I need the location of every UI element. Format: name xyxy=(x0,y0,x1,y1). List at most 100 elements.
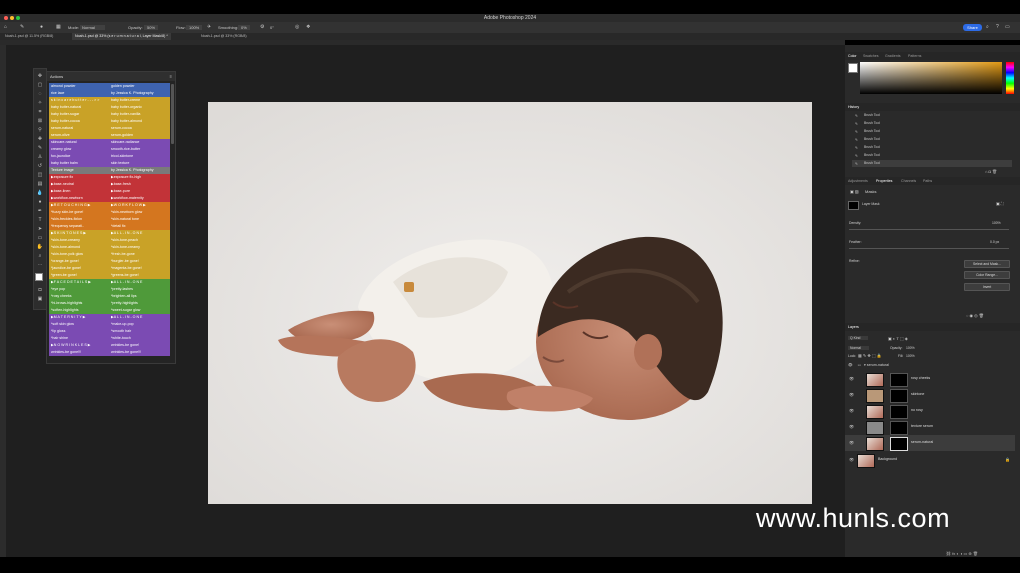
feather-slider[interactable] xyxy=(849,248,1009,249)
action-row[interactable]: *lip gloss *smooth hair xyxy=(49,328,170,335)
eye-icon[interactable]: 👁 xyxy=(849,392,854,397)
action-row[interactable]: *orange-be gone! *burgler-be gone! xyxy=(49,258,170,265)
history-item[interactable]: ✎ Brush Tool xyxy=(852,128,1012,135)
action-name-right[interactable]: *brighten-all lips xyxy=(111,293,169,300)
action-row[interactable]: *skin-tone-creamy *skin-tone-peach xyxy=(49,237,170,244)
history-brush-tool-icon[interactable]: ↺ xyxy=(36,163,44,169)
action-row[interactable]: *jaundice-be gone! *magenta-be gone! xyxy=(49,265,170,272)
action-name-right[interactable]: *fresh-be-gone xyxy=(111,251,169,258)
brush-settings-icon[interactable]: ▦ xyxy=(56,24,61,30)
hand-tool-icon[interactable]: ✋ xyxy=(36,244,44,250)
eye-icon[interactable]: 👁 xyxy=(848,363,853,367)
action-row[interactable]: Texture image by Jessica K. Photography xyxy=(49,167,170,174)
action-name-left[interactable]: *orange-be gone! xyxy=(51,258,109,265)
action-row[interactable]: *eye pop *pretty-lashes xyxy=(49,286,170,293)
action-name-right[interactable]: ▶A L L - I N - O N E xyxy=(111,230,169,237)
fill-input[interactable]: 100% xyxy=(906,354,915,358)
pressure-icon[interactable]: ◎ xyxy=(295,24,299,30)
airbrush-icon[interactable]: ✈ xyxy=(207,24,211,30)
eyedropper-tool-icon[interactable]: ⚲ xyxy=(36,127,44,133)
hue-slider[interactable] xyxy=(1006,62,1014,94)
smoothing-input[interactable]: 0% xyxy=(238,25,250,30)
workspace-icon[interactable]: ▭ xyxy=(1005,24,1010,30)
color-range-button[interactable]: Color Range... xyxy=(964,271,1010,279)
action-name-left[interactable]: *fuzzy skin-be gone! xyxy=(51,209,109,216)
history-item[interactable]: ✎ Brush Tool xyxy=(852,136,1012,143)
lasso-tool-icon[interactable]: ◌ xyxy=(36,91,44,97)
action-name-right[interactable]: serum-golden xyxy=(111,132,169,139)
layer-row-selected[interactable]: 👁 serum-natural xyxy=(845,435,1015,451)
symmetry-icon[interactable]: ❖ xyxy=(306,24,310,30)
action-name-left[interactable]: *skin-tone-yolk glow xyxy=(51,251,109,258)
action-row[interactable]: *green-be gone! *greens-be gone! xyxy=(49,272,170,279)
action-name-left[interactable]: *skin-tone-almond xyxy=(51,244,109,251)
minimize-window-icon[interactable] xyxy=(10,16,14,20)
action-name-left[interactable]: *rosy cheeks xyxy=(51,293,109,300)
action-row[interactable]: baby butter-sugar baby butter-vanilla xyxy=(49,111,170,118)
foreground-color-chip[interactable] xyxy=(848,63,858,73)
action-name-right[interactable]: baby butter-almond xyxy=(111,118,169,125)
history-item[interactable]: ✎ Brush Tool xyxy=(852,144,1012,151)
history-item[interactable]: ✎ Brush Tool xyxy=(852,160,1012,167)
layer-opacity-input[interactable]: 100% xyxy=(906,346,915,350)
action-name-right[interactable]: serum-cocoa xyxy=(111,125,169,132)
action-name-left[interactable]: wrinkles-be gone!!! xyxy=(51,349,109,356)
action-row[interactable]: rice lace by Jessica K. Photography xyxy=(49,90,170,97)
action-name-right[interactable]: *burgler-be gone! xyxy=(111,258,169,265)
flow-input[interactable]: 100% xyxy=(186,25,203,30)
action-row[interactable]: serum-natural serum-cocoa xyxy=(49,125,170,132)
close-window-icon[interactable] xyxy=(4,16,8,20)
action-row[interactable]: *hair shine *white-touch xyxy=(49,335,170,342)
action-row[interactable]: *soften-highlights *sweet-sugar glow xyxy=(49,307,170,314)
action-name-left[interactable]: *jaundice-be gone! xyxy=(51,265,109,272)
action-row[interactable]: *rosy cheeks *brighten-all lips xyxy=(49,293,170,300)
dodge-tool-icon[interactable]: ● xyxy=(36,199,44,205)
properties-footer-icons[interactable]: ◌ ◉ ◎ 🗑 xyxy=(966,313,984,318)
quick-select-tool-icon[interactable]: ✧ xyxy=(36,100,44,106)
action-name-right[interactable]: *smooth hair xyxy=(111,328,169,335)
action-name-left[interactable]: *eye pop xyxy=(51,286,109,293)
action-name-left[interactable]: skincare-natural xyxy=(51,139,109,146)
action-name-left[interactable]: creamy glow xyxy=(51,146,109,153)
action-name-left[interactable]: baby butter-sugar xyxy=(51,111,109,118)
action-name-right[interactable]: *skin-natural tone xyxy=(111,216,169,223)
action-name-right[interactable]: ▶exposure fix-high xyxy=(111,174,169,181)
move-tool-icon[interactable]: ✥ xyxy=(36,73,44,79)
action-name-right[interactable]: golden powder xyxy=(111,83,169,90)
action-row[interactable]: *skin-tone-yolk glow *fresh-be-gone xyxy=(49,251,170,258)
action-name-left[interactable]: *skin-tone-creamy xyxy=(51,237,109,244)
action-name-left[interactable]: serum-olive xyxy=(51,132,109,139)
foreground-color-swatch[interactable] xyxy=(35,273,43,281)
tab-document-3[interactable]: Noah-1.psd @ 33% (RGB/8) xyxy=(198,33,250,40)
action-name-left[interactable]: ▶F A C E D E T A I L S ▶ xyxy=(51,279,109,286)
action-name-right[interactable]: baby butter-creme xyxy=(111,97,169,104)
action-name-left[interactable]: *lip gloss xyxy=(51,328,109,335)
action-name-left[interactable]: serum-natural xyxy=(51,125,109,132)
action-row[interactable]: *skin-tone-almond *skin-tone-creamy xyxy=(49,244,170,251)
density-slider[interactable] xyxy=(849,229,1009,230)
action-name-left[interactable]: ▶N O W R I N K L E S ▶ xyxy=(51,342,109,349)
action-row[interactable]: baby butter balm skin texture xyxy=(49,160,170,167)
eye-icon[interactable]: 👁 xyxy=(849,457,854,462)
action-row[interactable]: baby butter-natural baby butter-organic xyxy=(49,104,170,111)
action-row[interactable]: wrinkles-be gone!!! wrinkles-be gone!!! xyxy=(49,349,170,356)
action-name-right[interactable]: *pretty-lashes xyxy=(111,286,169,293)
invert-button[interactable]: Invert xyxy=(964,283,1010,291)
action-name-right[interactable]: *make-up-pop xyxy=(111,321,169,328)
action-row[interactable]: skincare-natural skincare-radiance xyxy=(49,139,170,146)
actions-scrollbar[interactable] xyxy=(171,84,174,144)
crop-tool-icon[interactable]: ⌗ xyxy=(36,109,44,115)
action-name-right[interactable]: ▶A L L - I N - O N E xyxy=(111,314,169,321)
action-name-right[interactable]: ▶base-pure xyxy=(111,188,169,195)
tab-swatches[interactable]: Swatches xyxy=(863,52,879,60)
eye-icon[interactable]: 👁 xyxy=(849,408,854,413)
history-item[interactable]: ✎ Brush Tool xyxy=(852,120,1012,127)
lock-icons[interactable]: ▦ ✎ ✥ ⬚ 🔒 xyxy=(858,353,882,358)
quick-mask-icon[interactable]: ◘ xyxy=(36,287,44,293)
action-name-right[interactable]: skin texture xyxy=(111,160,169,167)
mask-type-icons[interactable]: ▣ ▨ xyxy=(850,189,859,194)
action-name-left[interactable]: *frequency separati.. xyxy=(51,223,109,230)
color-picker-field[interactable] xyxy=(860,62,1002,94)
brush-preset-icon[interactable]: ● xyxy=(40,24,43,30)
action-name-left[interactable]: rice lace xyxy=(51,90,109,97)
